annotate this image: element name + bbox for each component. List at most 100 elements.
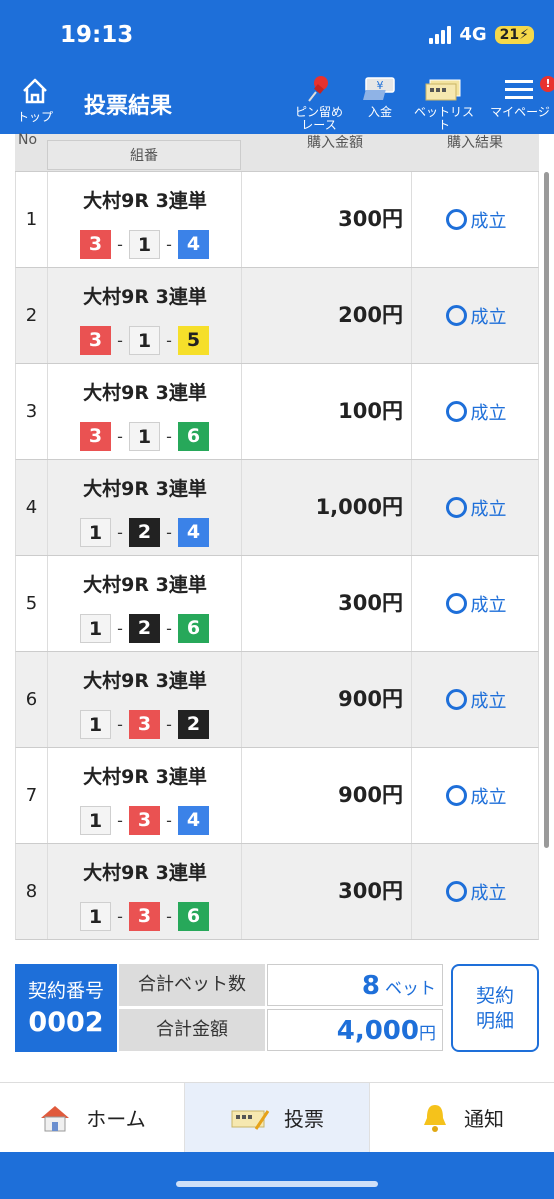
purchase-result: 成立 <box>412 268 540 363</box>
header-amount: 購入金額 <box>307 135 363 151</box>
mypage-button[interactable]: ! マイページ <box>488 74 554 119</box>
total-label: 合計金額 <box>119 1009 265 1051</box>
combo-separator: - <box>117 619 123 638</box>
circle-icon <box>445 209 467 230</box>
combo-cell: 大村9R 3連単 1-3-2 <box>48 652 242 747</box>
scrollbar[interactable] <box>544 172 549 848</box>
boat-number: 3 <box>80 326 111 355</box>
table-row: 7 大村9R 3連単 1-3-4 900円 成立 <box>15 748 539 844</box>
purchase-result: 成立 <box>412 364 540 459</box>
page-title: 投票結果 <box>84 94 173 119</box>
top-button[interactable]: トップ <box>10 76 60 125</box>
row-number: 3 <box>16 364 48 459</box>
race-name: 大村9R 3連単 <box>83 574 207 596</box>
home-indicator[interactable] <box>176 1181 378 1187</box>
boat-number: 1 <box>129 230 160 259</box>
combo-numbers: 3-1-5 <box>80 326 209 355</box>
bet-count-number: 8 <box>361 971 380 1001</box>
menu-icon <box>505 80 533 99</box>
boat-number: 1 <box>80 614 111 643</box>
combo-cell: 大村9R 3連単 1-3-4 <box>48 748 242 843</box>
circle-icon <box>445 785 467 806</box>
contract-detail-button[interactable]: 契約 明細 <box>451 964 539 1052</box>
combo-separator: - <box>166 907 172 926</box>
boat-number: 5 <box>178 326 209 355</box>
detail-line-1: 契約 <box>475 985 514 1007</box>
circle-icon <box>445 401 467 422</box>
battery-level: 21 <box>499 26 520 43</box>
boat-number: 1 <box>80 710 111 739</box>
detail-line-2: 明細 <box>475 1010 514 1032</box>
race-name: 大村9R 3連単 <box>83 382 207 404</box>
combo-numbers: 3-1-4 <box>80 230 209 259</box>
table-row: 8 大村9R 3連単 1-3-6 300円 成立 <box>15 844 539 940</box>
status-bar: 19:13 4G 21⚡ <box>0 0 554 72</box>
race-name: 大村9R 3連単 <box>83 478 207 500</box>
nav-home[interactable]: ホーム <box>0 1083 185 1152</box>
circle-icon <box>445 689 467 710</box>
result-label: 成立 <box>470 594 507 616</box>
boat-number: 4 <box>178 806 209 835</box>
result-label: 成立 <box>470 786 507 808</box>
pin-label-1: ピン留め <box>294 105 343 119</box>
combo-cell: 大村9R 3連単 1-2-6 <box>48 556 242 651</box>
purchase-amount: 300円 <box>242 844 412 939</box>
atm-icon: ¥ <box>363 77 395 100</box>
boat-number: 2 <box>129 518 160 547</box>
purchase-amount: 300円 <box>242 556 412 651</box>
combo-separator: - <box>166 619 172 638</box>
purchase-amount: 300円 <box>242 172 412 267</box>
combo-separator: - <box>166 715 172 734</box>
result-label: 成立 <box>470 306 507 328</box>
boat-number: 3 <box>129 902 160 931</box>
boat-number: 3 <box>80 230 111 259</box>
combo-numbers: 3-1-6 <box>80 422 209 451</box>
combo-separator: - <box>166 331 172 350</box>
boat-number: 6 <box>178 422 209 451</box>
circle-icon <box>445 881 467 902</box>
boat-number: 3 <box>129 710 160 739</box>
table-body: 1 大村9R 3連単 3-1-4 300円 成立 2 大村9R 3連単 3-1-5 200円 成立… <box>15 172 539 940</box>
row-number: 7 <box>16 748 48 843</box>
result-label: 成立 <box>470 402 507 424</box>
row-number: 8 <box>16 844 48 939</box>
combo-separator: - <box>117 715 123 734</box>
top-label: トップ <box>16 110 53 124</box>
contract-number: 0002 <box>28 1007 104 1038</box>
boat-number: 4 <box>178 230 209 259</box>
combo-numbers: 1-2-6 <box>80 614 209 643</box>
nav-notify[interactable]: 通知 <box>370 1083 554 1152</box>
table-row: 3 大村9R 3連単 3-1-6 100円 成立 <box>15 364 539 460</box>
purchase-amount: 900円 <box>242 748 412 843</box>
combo-cell: 大村9R 3連単 3-1-6 <box>48 364 242 459</box>
boat-number: 6 <box>178 614 209 643</box>
boat-number: 1 <box>80 806 111 835</box>
nav-vote[interactable]: 投票 <box>185 1083 370 1152</box>
combo-cell: 大村9R 3連単 3-1-5 <box>48 268 242 363</box>
deposit-button[interactable]: ¥ 入金 <box>360 74 400 119</box>
row-number: 5 <box>16 556 48 651</box>
combo-separator: - <box>166 811 172 830</box>
circle-icon <box>445 593 467 614</box>
betlist-button[interactable]: ベットリスト <box>412 74 476 132</box>
battery-icon: 21⚡ <box>494 25 534 44</box>
circle-icon <box>445 497 467 518</box>
header-combo: 組番 <box>47 140 241 170</box>
race-name: 大村9R 3連単 <box>83 766 207 788</box>
row-number: 4 <box>16 460 48 555</box>
signal-icon <box>429 25 452 44</box>
vote-ticket-icon <box>231 1109 270 1130</box>
table-row: 5 大村9R 3連単 1-2-6 300円 成立 <box>15 556 539 652</box>
deposit-label: 入金 <box>367 105 392 119</box>
combo-numbers: 1-3-2 <box>80 710 209 739</box>
total-number: 4,000 <box>336 1016 419 1046</box>
boat-number: 1 <box>80 902 111 931</box>
pin-label-2: レース <box>301 118 337 132</box>
boat-number: 1 <box>80 518 111 547</box>
combo-separator: - <box>117 235 123 254</box>
bet-count-unit: ベット <box>385 979 436 999</box>
total-unit: 円 <box>419 1024 436 1044</box>
pin-race-button[interactable]: ピン留め レース <box>290 74 348 132</box>
nav-vote-label: 投票 <box>284 1107 324 1131</box>
race-name: 大村9R 3連単 <box>83 286 207 308</box>
